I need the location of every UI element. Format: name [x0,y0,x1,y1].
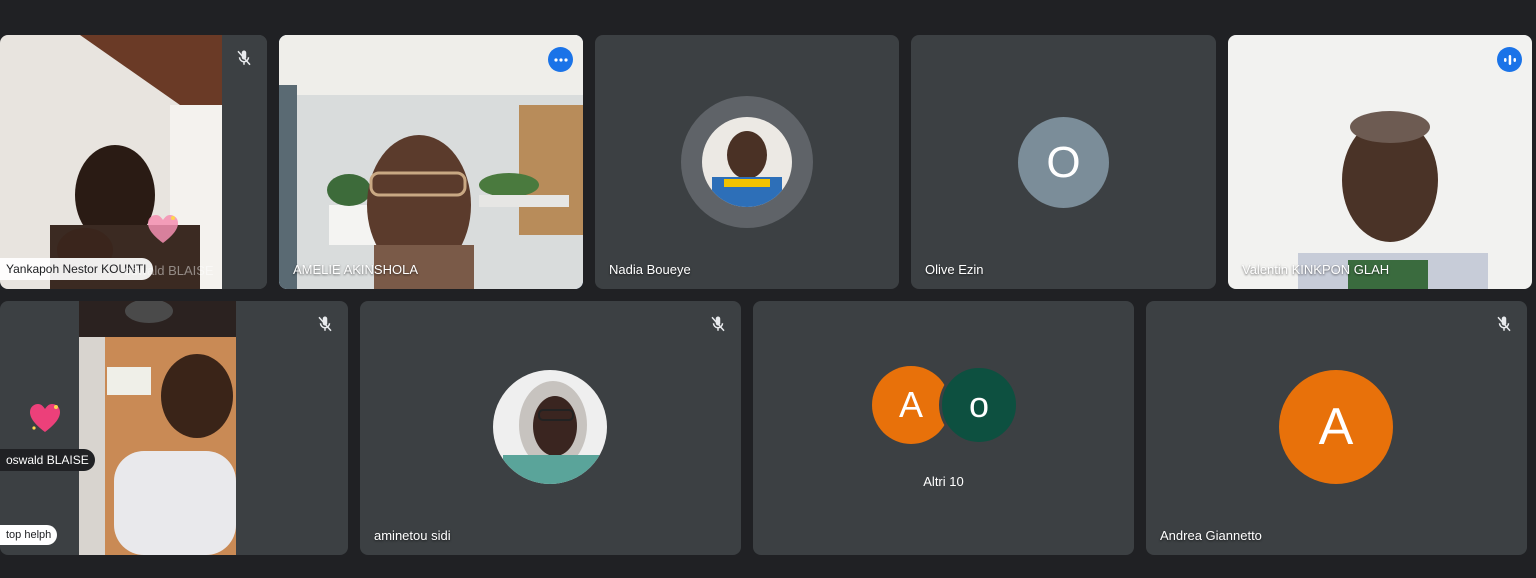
avatar: O [1018,117,1109,208]
avatar-initial: o [968,384,990,425]
sparkling-heart-icon [148,215,178,243]
participant-tile-valentin[interactable]: Valentin KINKPON GLAH [1228,35,1532,289]
participant-name: Valentin KINKPON GLAH [1242,262,1390,277]
avatar [702,117,792,207]
sparkling-heart-icon [30,404,60,432]
avatar: A [1279,370,1393,484]
avatar: o [939,365,1019,445]
mic-off-icon [1497,316,1511,332]
mic-off-icon [711,316,725,332]
participant-video [79,301,236,555]
participant-name: AMELIE AKINSHOLA [293,262,418,277]
participant-video [279,35,583,289]
mic-off-icon [237,50,251,66]
speaking-indicator [1497,47,1522,72]
participant-name: oswald BLAISE [0,449,95,471]
speaking-icon [1503,54,1516,65]
avatar-initial: A [898,384,923,425]
participant-tile-others[interactable]: A o Altri 10 [753,301,1134,555]
overlay-name-faded: oswald BLAISE [124,263,214,278]
more-options-button[interactable] [548,47,573,72]
participant-name: Andrea Giannetto [1160,528,1262,543]
reaction-pill: top helph [0,525,58,545]
participant-video [0,35,267,289]
participant-name: Altri 10 [923,474,964,489]
avatar [493,370,607,484]
more-options-icon [553,57,568,62]
participant-tile-andrea[interactable]: A Andrea Giannetto [1146,301,1527,555]
participant-tile-yankapoh[interactable]: Yankapoh Nestor KOUNTI oswald BLAISE [0,35,267,289]
avatar-initial: A [1318,398,1354,456]
participant-name: aminetou sidi [374,528,451,543]
participant-tile-olive[interactable]: O Olive Ezin [911,35,1216,289]
participant-name: Olive Ezin [925,262,984,277]
participant-tile-nadia[interactable]: Nadia Boueye [595,35,899,289]
mic-off-icon [318,316,332,332]
participant-tile-aminetou[interactable]: aminetou sidi [360,301,741,555]
avatar-initial: O [1046,137,1081,187]
participant-video [1228,35,1532,289]
participant-name: Nadia Boueye [609,262,691,277]
participant-tile-amelie[interactable]: AMELIE AKINSHOLA [279,35,583,289]
participant-tile-oswald[interactable]: oswald BLAISE top helph [0,301,348,555]
